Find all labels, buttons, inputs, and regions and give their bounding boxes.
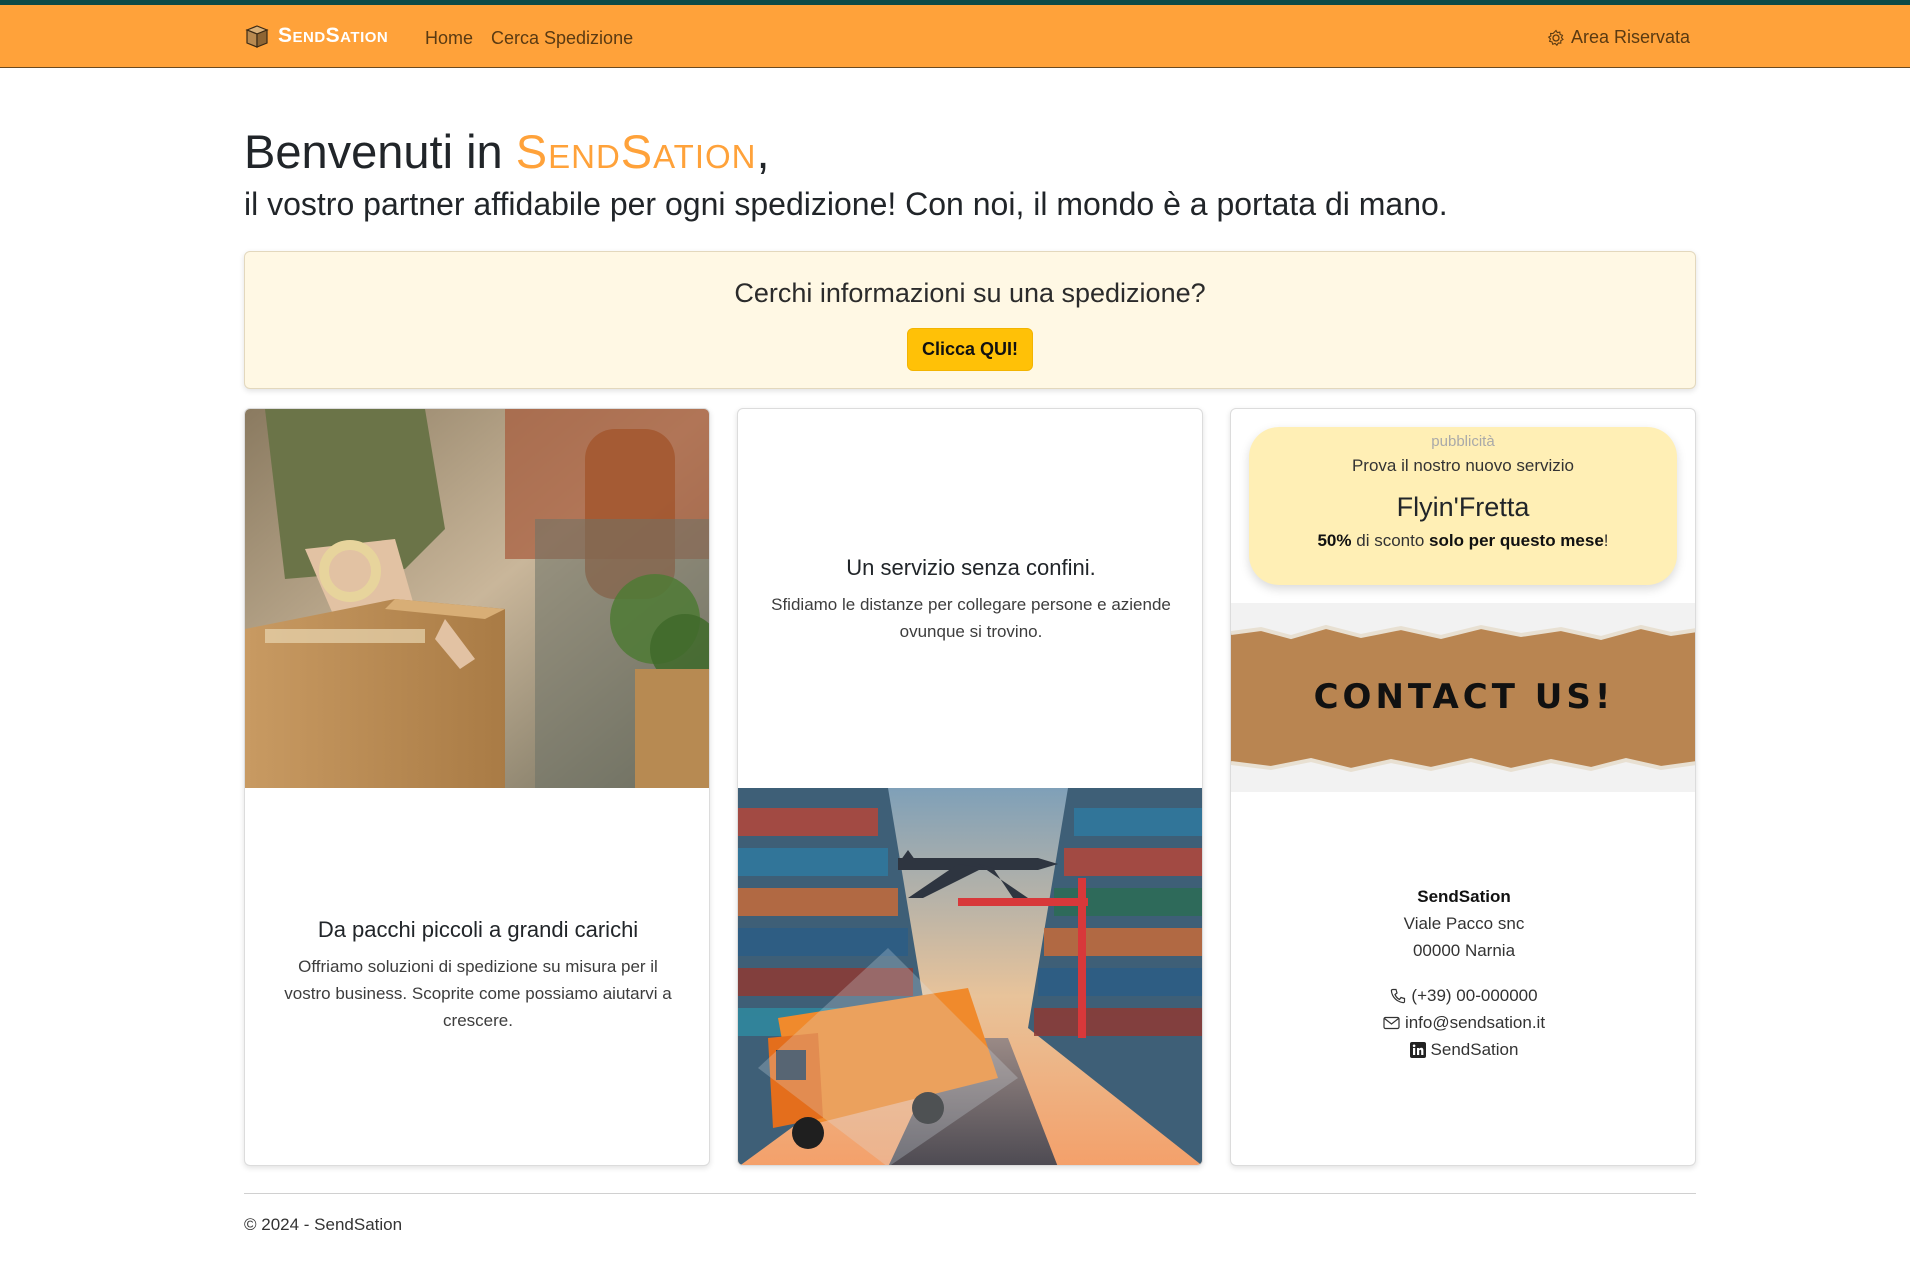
gear-icon [1547, 29, 1564, 46]
ad-offer-mid: di sconto [1356, 531, 1425, 550]
nav-area-riservata-link[interactable]: Area Riservata [1547, 27, 1690, 48]
card-pacchi: Da pacchi piccoli a grandi carichi Offri… [244, 408, 710, 1166]
card-senza-confini-body: Un servizio senza confini. Sfidiamo le d… [738, 555, 1202, 645]
nav-home-link[interactable]: Home [425, 28, 473, 49]
linkedin-icon [1409, 1041, 1426, 1058]
footer-divider [244, 1193, 1696, 1194]
nav-cerca-spedizione-link[interactable]: Cerca Spedizione [491, 28, 633, 49]
phone-icon [1391, 988, 1406, 1003]
shipment-question: Cerchi informazioni su una spedizione? [734, 278, 1206, 308]
ad-offer: 50% di sconto solo per questo mese! [1249, 531, 1677, 551]
card-contatti: pubblicità Prova il nostro nuovo servizi… [1230, 408, 1696, 1166]
ad-line: Prova il nostro nuovo servizio [1351, 456, 1575, 475]
company-street: Viale Pacco snc [1403, 914, 1525, 933]
contact-us-image-text: CONTACT US! [1314, 677, 1615, 717]
card-pacchi-text: Offriamo soluzioni di spedizione su misu… [284, 957, 672, 1030]
linkedin-name: SendSation [1430, 1040, 1519, 1059]
title-suffix: , [756, 125, 770, 178]
envelope-icon [1383, 1016, 1400, 1029]
navbar: SendSation Home Cerca Spedizione Area Ri… [0, 5, 1910, 68]
contact-us-image: CONTACT US! [1231, 603, 1695, 792]
phone-row[interactable]: (+39) 00-000000 [1231, 982, 1695, 1009]
clicca-qui-button[interactable]: Clicca QUI! [906, 328, 1034, 371]
page-subtitle: il vostro partner affidabile per ogni sp… [244, 186, 1448, 222]
nav-area-riservata-label: Area Riservata [1570, 27, 1690, 47]
phone-number: (+39) 00-000000 [1411, 986, 1538, 1005]
shipment-info-box: Cerchi informazioni su una spedizione? C… [244, 251, 1696, 389]
title-brand: SendSation [515, 125, 757, 178]
company-city: 00000 Narnia [1412, 941, 1516, 960]
box-icon [245, 25, 269, 48]
brand-link[interactable]: SendSation [244, 23, 388, 49]
card-senza-confini-text: Sfidiamo le distanze per collegare perso… [771, 595, 1171, 641]
card-senza-confini: Un servizio senza confini. Sfidiamo le d… [737, 408, 1203, 1166]
linkedin-row[interactable]: SendSation [1231, 1036, 1695, 1063]
brand-name: SendSation [278, 24, 389, 47]
company-name: SendSation [1417, 887, 1511, 906]
card-senza-confini-title: Un servizio senza confini. [846, 555, 1096, 580]
card-pacchi-body: Da pacchi piccoli a grandi carichi Offri… [245, 917, 709, 1034]
email-address: info@sendsation.it [1404, 1013, 1546, 1032]
ad-offer-end: ! [1603, 531, 1609, 550]
title-prefix: Benvenuti in [244, 125, 503, 178]
ad-service-name: Flyin'Fretta [1396, 492, 1530, 522]
ad-banner[interactable]: pubblicità Prova il nostro nuovo servizi… [1249, 427, 1677, 585]
packing-box-image [245, 409, 709, 788]
contact-info: SendSation Viale Pacco snc 00000 Narnia … [1231, 883, 1695, 1063]
ad-offer-bold: solo per questo mese [1429, 531, 1604, 550]
page-title: Benvenuti in SendSation, [244, 124, 770, 179]
logistics-image [738, 788, 1202, 1165]
footer-copyright: © 2024 - SendSation [244, 1215, 403, 1234]
ad-label: pubblicità [1431, 433, 1495, 450]
ad-percent: 50% [1317, 531, 1352, 550]
card-pacchi-title: Da pacchi piccoli a grandi carichi [317, 917, 639, 942]
email-row[interactable]: info@sendsation.it [1231, 1009, 1695, 1036]
